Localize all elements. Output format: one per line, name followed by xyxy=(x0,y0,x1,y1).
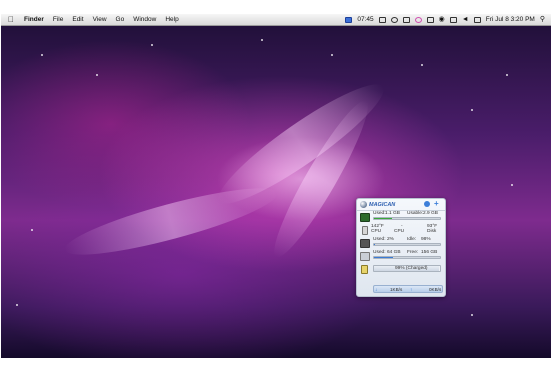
cpu-row: Used: 2% Idle: 98% xyxy=(357,237,445,248)
cpu-icon xyxy=(360,239,370,248)
download-arrow-icon: ↓ xyxy=(375,287,378,292)
status-tray: 07:45 ◉ ◄ Fri Jul 8 3:20 PM ⚲ xyxy=(345,14,545,25)
menu-go[interactable]: Go xyxy=(116,16,125,23)
star xyxy=(421,64,423,66)
disk-used-value: 64 GB xyxy=(387,250,401,255)
star xyxy=(16,304,18,306)
menu-bar:  Finder File Edit View Go Window Help 0… xyxy=(1,14,551,26)
mid-temp-label: CPU xyxy=(394,229,405,234)
star xyxy=(31,229,33,231)
cpu-idle-value: 98% xyxy=(421,237,431,242)
apple-menu-icon[interactable]:  xyxy=(8,15,16,24)
network-down-value: 1KB/s xyxy=(390,287,403,292)
star xyxy=(471,314,473,316)
battery-widget-icon xyxy=(361,265,368,274)
disk-temp-label: Disk xyxy=(427,229,437,234)
star xyxy=(331,54,333,56)
upload-arrow-icon: ↑ xyxy=(410,287,413,292)
volume-icon[interactable]: ◄ xyxy=(462,16,469,23)
desktop-wallpaper xyxy=(1,14,551,358)
disk-used-label: Used: xyxy=(373,250,386,255)
widget-brand: MAGICAN xyxy=(369,202,396,208)
memory-usable-value: 2.9 GB xyxy=(423,211,438,216)
battery-row: 99% (Charged) xyxy=(357,263,445,275)
magican-tray-icon[interactable] xyxy=(414,16,422,23)
disk-free-label: Free: xyxy=(407,250,419,255)
menu-window[interactable]: Window xyxy=(133,16,156,23)
menu-app-name[interactable]: Finder xyxy=(24,16,44,23)
memory-used-value: 1.1 GB xyxy=(385,211,400,216)
cpu-temp-label: CPU xyxy=(371,229,382,234)
battery-status: 99% (Charged) xyxy=(395,266,428,271)
disk-row: Used: 64 GB Free: 156 GB xyxy=(357,250,445,261)
temperature-row: 142°F CPU - CPU 93°F Disk xyxy=(357,224,445,236)
disk-bar xyxy=(373,256,441,259)
star xyxy=(41,54,43,56)
memory-usable-label: Usable: xyxy=(407,211,424,216)
network-up-value: 0KB/s xyxy=(429,287,442,292)
cpu-bar-fill xyxy=(374,244,376,245)
wifi-icon[interactable]: ◉ xyxy=(439,16,445,23)
star xyxy=(96,74,98,76)
thermometer-icon xyxy=(362,226,368,235)
menu-view[interactable]: View xyxy=(93,16,107,23)
star xyxy=(261,39,263,41)
memory-used-label: Used: xyxy=(373,211,386,216)
tray-time-short[interactable]: 07:45 xyxy=(357,16,373,23)
star xyxy=(506,74,508,76)
star xyxy=(471,109,473,111)
cpu-used-value: 2% xyxy=(387,237,394,242)
settings-gear-icon[interactable] xyxy=(424,201,430,207)
input-menu-icon[interactable] xyxy=(473,16,481,23)
star xyxy=(511,184,513,186)
hard-disk-icon xyxy=(360,252,370,261)
activity-monitor-icon[interactable] xyxy=(345,16,353,23)
menu-edit[interactable]: Edit xyxy=(72,16,83,23)
memory-bar-fill xyxy=(374,218,393,219)
battery-icon[interactable] xyxy=(449,16,457,23)
display-icon[interactable] xyxy=(378,16,386,23)
network-bar: ↓ 1KB/s ↑ 0KB/s xyxy=(373,285,443,293)
cpu-bar xyxy=(373,243,441,246)
memory-chip-icon xyxy=(360,213,370,222)
disk-bar-fill xyxy=(374,257,394,258)
cpu-idle-label: Idle: xyxy=(407,237,417,242)
cpu-used-label: Used: xyxy=(373,237,386,242)
sync-icon[interactable] xyxy=(390,16,398,23)
widget-header: MAGICAN + xyxy=(357,199,445,211)
menu-help[interactable]: Help xyxy=(165,16,178,23)
spotlight-search-icon[interactable]: ⚲ xyxy=(540,16,545,23)
disk-free-value: 156 GB xyxy=(421,250,438,255)
magican-monitor-widget[interactable]: MAGICAN + Used: 1.1 GB Usable: 2.9 GB 14… xyxy=(356,198,446,297)
star xyxy=(151,44,153,46)
memory-row: Used: 1.1 GB Usable: 2.9 GB xyxy=(357,211,445,222)
screen-icon[interactable] xyxy=(402,16,410,23)
menu-file[interactable]: File xyxy=(53,16,63,23)
expand-plus-icon[interactable]: + xyxy=(434,200,439,208)
menu-clock[interactable]: Fri Jul 8 3:20 PM xyxy=(486,16,535,23)
timemachine-icon[interactable] xyxy=(426,16,434,23)
memory-bar xyxy=(373,217,441,220)
wallpaper-streak xyxy=(60,176,282,267)
magican-logo-icon xyxy=(360,201,367,208)
